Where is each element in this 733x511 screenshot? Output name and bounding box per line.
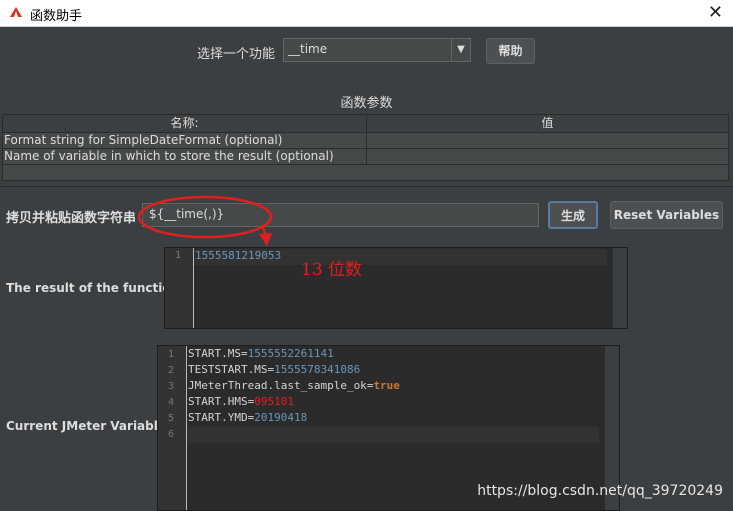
- variable-value: true: [373, 379, 400, 392]
- copy-string-label: 拷贝并粘贴函数字符串: [6, 211, 137, 226]
- column-header-name[interactable]: 名称:: [3, 115, 367, 133]
- variable-value: 095101: [254, 395, 294, 408]
- close-icon[interactable]: ✕: [708, 2, 723, 23]
- params-title: 函数参数: [340, 96, 393, 111]
- annotation-arrowhead: [259, 233, 272, 246]
- params-table: 名称: 值 Format string for SimpleDateFormat…: [2, 114, 729, 181]
- window-title: 函数助手: [30, 9, 83, 24]
- variable-line: START.MS=1555552261141: [188, 347, 334, 360]
- line-number: 2: [167, 365, 174, 376]
- annotation-text: 13 位数: [301, 260, 363, 280]
- line-number: 1: [174, 250, 181, 261]
- variable-key: START.HMS: [188, 395, 248, 408]
- variable-key: TESTSTART.MS: [188, 363, 268, 376]
- variable-value: 1555552261141: [247, 347, 334, 360]
- variable-line: START.YMD=20190418: [188, 411, 308, 424]
- table-row[interactable]: Name of variable in which to store the r…: [3, 149, 728, 165]
- table-row[interactable]: Format string for SimpleDateFormat (opti…: [3, 133, 728, 149]
- variable-value: 1555578341086: [274, 363, 361, 376]
- divider: [0, 186, 733, 187]
- app-icon: [10, 7, 22, 17]
- variable-value: 20190418: [254, 411, 308, 424]
- function-string-input[interactable]: ${__time(,)}: [142, 203, 539, 227]
- line-number: 1: [167, 349, 174, 360]
- result-editor[interactable]: 1 1555581219053: [164, 247, 628, 329]
- variables-label: Current JMeter Variables: [6, 419, 174, 433]
- variable-key: JMeterThread.last_sample_ok: [188, 379, 367, 392]
- scrollbar[interactable]: [612, 248, 627, 328]
- line-number: 5: [167, 413, 174, 424]
- function-select-value: __time: [288, 42, 328, 56]
- result-value: 1555581219053: [195, 249, 282, 262]
- param-name-cell: Name of variable in which to store the r…: [4, 149, 334, 163]
- watermark: https://blog.csdn.net/qq_39720249: [477, 483, 723, 499]
- variable-key: START.MS: [188, 347, 241, 360]
- param-value-cell[interactable]: [366, 149, 729, 164]
- generate-button[interactable]: 生成: [548, 201, 598, 229]
- function-select-label: 选择一个功能: [197, 47, 276, 62]
- variable-key: START.YMD: [188, 411, 248, 424]
- column-header-value[interactable]: 值: [367, 115, 728, 133]
- window-titlebar: 函数助手 ✕: [0, 0, 733, 27]
- variable-line: JMeterThread.last_sample_ok=true: [188, 379, 400, 392]
- reset-variables-button[interactable]: Reset Variables: [610, 201, 723, 229]
- param-value-cell[interactable]: [366, 133, 729, 148]
- param-name-cell: Format string for SimpleDateFormat (opti…: [4, 133, 283, 147]
- line-number: 6: [167, 429, 174, 440]
- variable-line: TESTSTART.MS=1555578341086: [188, 363, 361, 376]
- line-number: 3: [167, 381, 174, 392]
- line-number: 4: [167, 397, 174, 408]
- variable-line: START.HMS=095101: [188, 395, 294, 408]
- current-line-highlight: [187, 427, 599, 443]
- chevron-down-icon[interactable]: ▼: [451, 39, 470, 61]
- function-select-dropdown[interactable]: __time ▼: [283, 38, 471, 62]
- help-button[interactable]: 帮助: [486, 38, 535, 64]
